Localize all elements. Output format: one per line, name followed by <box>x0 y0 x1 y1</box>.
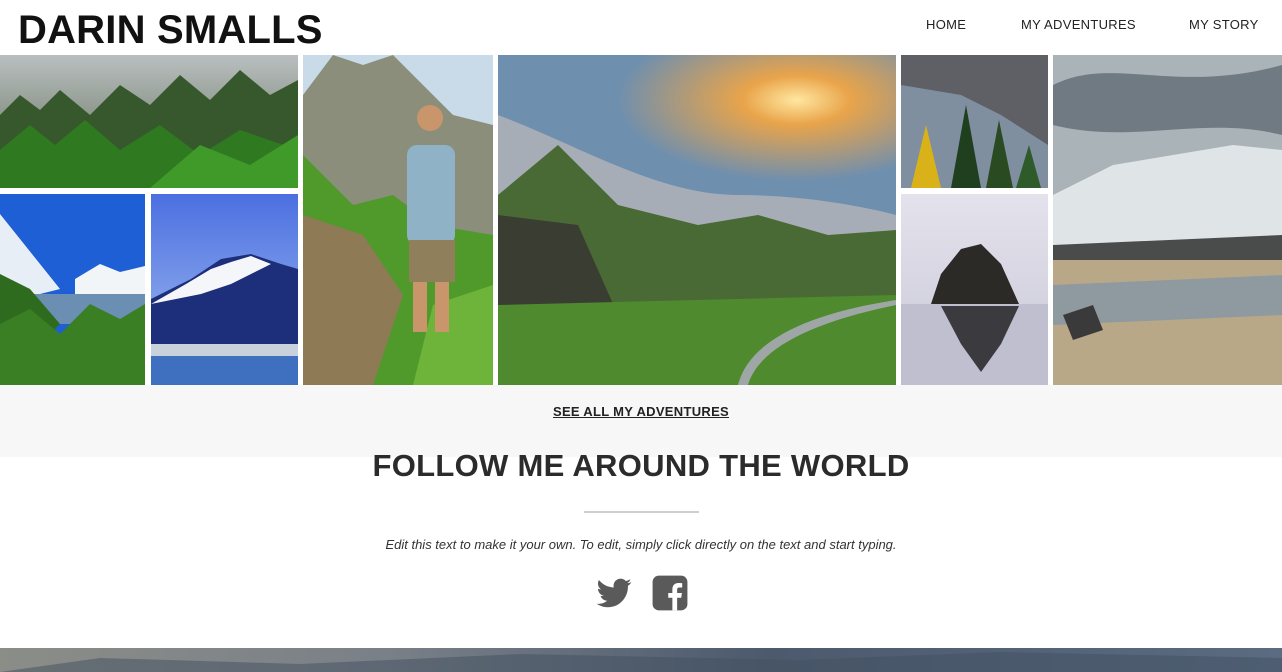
follow-title: FOLLOW ME AROUND THE WORLD <box>372 448 910 483</box>
sea-rock-photo[interactable] <box>901 194 1048 385</box>
glacier-lake-photo[interactable] <box>1053 55 1282 385</box>
snowy-lake-photo[interactable] <box>0 194 145 385</box>
divider <box>584 511 699 513</box>
site-header: DARIN SMALLS HOME MY ADVENTURES MY STORY <box>0 0 1282 55</box>
nav-my-story[interactable]: MY STORY <box>1189 17 1259 32</box>
green-valley-sunset-photo[interactable] <box>498 55 896 385</box>
see-all-adventures-text[interactable]: SEE ALL MY ADVENTURES <box>553 404 729 419</box>
nav-home[interactable]: HOME <box>926 17 966 32</box>
photo-gallery <box>0 55 1282 385</box>
intro-text: Edit this text to make it your own. To e… <box>385 537 897 552</box>
cta-band <box>0 385 1282 457</box>
nav-my-adventures[interactable]: MY ADVENTURES <box>1021 17 1136 32</box>
misty-forest-photo[interactable] <box>0 55 298 188</box>
autumn-trees-photo[interactable] <box>901 55 1048 188</box>
snow-mountain-photo[interactable] <box>151 194 298 385</box>
twitter-icon[interactable] <box>595 574 633 612</box>
facebook-icon[interactable] <box>651 574 689 612</box>
footer-hero-image <box>0 648 1282 672</box>
hiker-mountain-photo[interactable] <box>303 55 493 385</box>
see-all-adventures-link: SEE ALL MY ADVENTURES <box>0 404 1282 419</box>
site-title[interactable]: DARIN SMALLS <box>18 8 323 52</box>
